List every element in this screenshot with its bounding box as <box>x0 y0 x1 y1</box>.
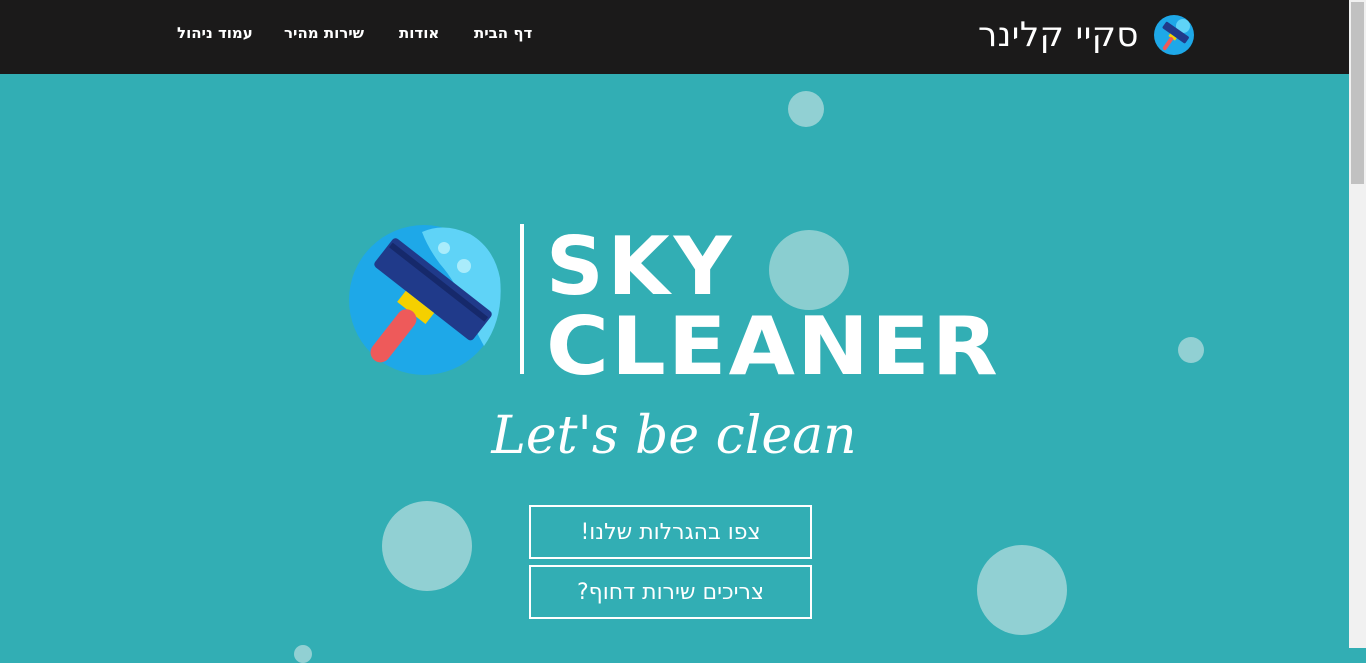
bubble <box>769 230 849 310</box>
scrollbar-thumb[interactable] <box>1351 2 1364 184</box>
brand[interactable]: סקיי קלינר <box>978 12 1195 58</box>
nav-about[interactable]: אודות <box>399 24 439 42</box>
urgent-service-button[interactable]: צריכים שירות דחוף? <box>529 565 812 619</box>
squeegee-icon <box>349 225 501 375</box>
scrollbar[interactable] <box>1349 0 1366 648</box>
bubble <box>382 501 472 591</box>
raffles-button[interactable]: צפו בהגרלות שלנו! <box>529 505 812 559</box>
logo-divider <box>520 224 524 374</box>
nav-home[interactable]: דף הבית <box>474 24 532 42</box>
nav-quick-service[interactable]: שירות מהיר <box>284 24 364 42</box>
brand-title: סקיי קלינר <box>977 15 1139 55</box>
bubble <box>977 545 1067 635</box>
logo-word-cleaner: CLEANER <box>546 300 1000 393</box>
top-navbar: סקיי קלינר דף הבית אודות שירות מהיר עמוד… <box>0 0 1349 74</box>
nav-admin-page[interactable]: עמוד ניהול <box>177 24 253 42</box>
logo-tagline: Let's be clean <box>490 406 856 466</box>
squeegee-logo-icon <box>1154 15 1194 55</box>
hero-logo: SKY CLEANER Let's be clean <box>349 220 1000 466</box>
bubble <box>1178 337 1204 363</box>
bubble <box>788 91 824 127</box>
